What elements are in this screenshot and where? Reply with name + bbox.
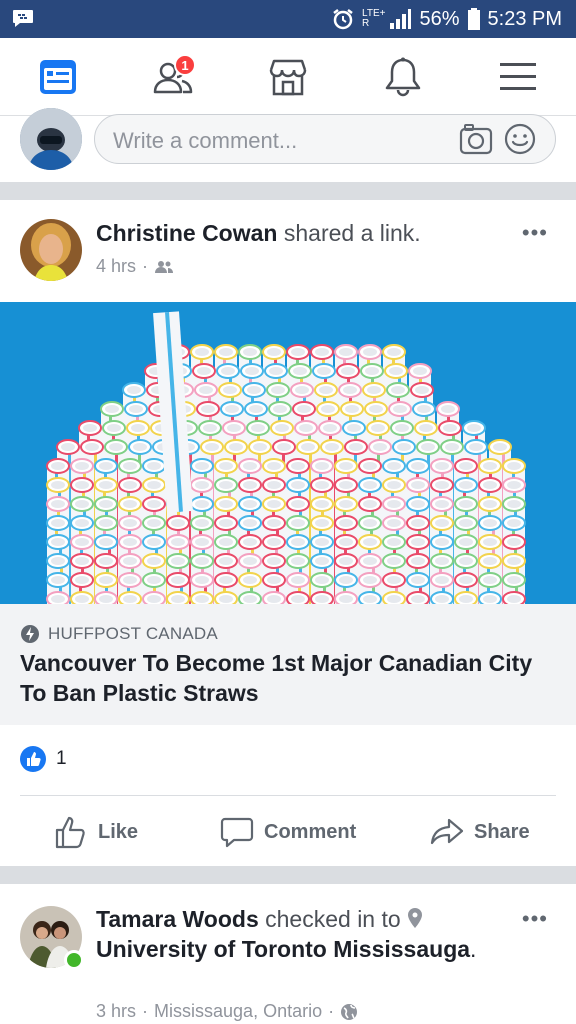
location-pin-icon — [408, 908, 423, 928]
author-avatar[interactable] — [20, 219, 82, 281]
network-type: LTE+ R — [362, 8, 386, 29]
place-suffix: . — [470, 936, 477, 962]
reaction-summary[interactable]: 1 — [20, 746, 67, 772]
online-status-indicator — [64, 950, 84, 970]
like-button[interactable]: Like — [54, 808, 138, 856]
post-header: Christine Cowan shared a link. 4 hrs · •… — [0, 200, 576, 302]
comment-composer: Write a comment... — [0, 108, 576, 182]
hamburger-menu-icon — [500, 63, 536, 90]
friend-requests-badge: 1 — [174, 54, 196, 76]
friends-audience-icon — [155, 260, 174, 273]
post-author-line: Christine Cowan shared a link. — [96, 218, 421, 248]
meta-dot: · — [142, 256, 149, 276]
top-nav-bar: 1 — [0, 38, 576, 116]
post-2-time[interactable]: 3 hrs — [96, 1001, 136, 1022]
meta-dot-3: · — [328, 1001, 335, 1021]
reaction-count: 1 — [56, 748, 67, 769]
link-source-name: HUFFPOST CANADA — [48, 624, 218, 643]
news-feed-icon — [40, 60, 76, 94]
comment-placeholder: Write a comment... — [113, 128, 298, 153]
emoji-icon[interactable] — [503, 122, 537, 156]
author-name-2[interactable]: Tamara Woods — [96, 906, 259, 932]
battery-percent: 56% — [419, 7, 460, 30]
link-source: HUFFPOST CANADA — [20, 624, 218, 644]
post-2-author-line: Tamara Woods checked in to University of… — [96, 904, 496, 964]
signal-icon — [390, 9, 412, 29]
bbm-notification-icon — [13, 10, 33, 27]
post-2-location[interactable]: Mississauga, Ontario — [154, 1001, 322, 1022]
author-name[interactable]: Christine Cowan — [96, 220, 277, 246]
checkin-place[interactable]: University of Toronto Mississauga — [96, 936, 470, 962]
nav-friend-requests[interactable]: 1 — [148, 52, 198, 102]
nav-marketplace[interactable] — [263, 52, 313, 102]
share-arrow-icon — [430, 818, 464, 845]
nav-news-feed[interactable] — [33, 52, 83, 102]
nav-notifications[interactable] — [378, 52, 428, 102]
share-label: Share — [474, 820, 530, 843]
feed-separator — [0, 182, 576, 200]
like-reaction-icon — [20, 746, 46, 772]
my-avatar[interactable] — [20, 108, 82, 170]
post-actions: Like Comment Share — [0, 808, 576, 856]
post-2-action-text: checked in to — [265, 906, 401, 932]
thumbs-up-icon — [55, 816, 85, 849]
post-2-meta: 3 hrs · Mississauga, Ontario · — [96, 1001, 358, 1022]
straws-photo — [46, 311, 526, 604]
like-label: Like — [98, 820, 139, 843]
post-time[interactable]: 4 hrs — [96, 256, 136, 277]
post-options-button[interactable]: ••• — [522, 220, 548, 246]
meta-dot-2: · — [142, 1001, 149, 1021]
camera-icon[interactable] — [459, 123, 493, 155]
comment-label: Comment — [264, 820, 357, 843]
bell-icon — [385, 57, 421, 97]
alarm-icon — [333, 9, 353, 30]
comment-button[interactable]: Comment — [220, 808, 356, 856]
instant-article-icon — [21, 625, 39, 643]
link-preview-box[interactable]: HUFFPOST CANADA Vancouver To Become 1st … — [0, 604, 576, 725]
share-button[interactable]: Share — [430, 808, 530, 856]
post-action-text: shared a link. — [283, 220, 421, 246]
nav-menu[interactable] — [493, 52, 543, 102]
battery-icon — [467, 8, 480, 30]
post-meta: 4 hrs · — [96, 256, 174, 277]
link-preview-image[interactable] — [0, 302, 576, 604]
comment-icon — [220, 817, 254, 848]
actions-divider — [20, 795, 556, 796]
globe-icon — [341, 1003, 358, 1020]
status-bar: LTE+ R 56% 5:23 PM — [0, 0, 576, 38]
comment-input[interactable]: Write a comment... — [94, 114, 556, 164]
link-title: Vancouver To Become 1st Major Canadian C… — [20, 650, 533, 706]
marketplace-icon — [269, 59, 307, 96]
post-2-options-button[interactable]: ••• — [522, 906, 548, 932]
feed-separator-2 — [0, 866, 576, 884]
clock: 5:23 PM — [487, 7, 562, 30]
